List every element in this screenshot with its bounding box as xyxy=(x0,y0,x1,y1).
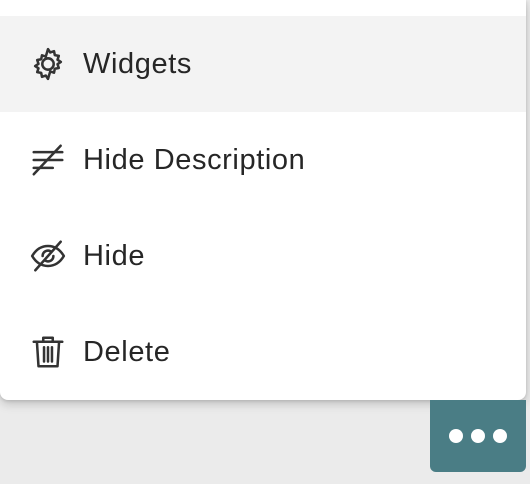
menu-item-hide-description[interactable]: Hide Description xyxy=(0,112,526,208)
menu-item-widgets[interactable]: Widgets xyxy=(0,16,526,112)
menu-item-label: Widgets xyxy=(83,47,192,80)
more-horizontal-icon xyxy=(471,429,485,443)
more-horizontal-icon xyxy=(493,429,507,443)
options-menu: Widgets Hide Description Hide Delete xyxy=(0,0,526,400)
eye-off-icon xyxy=(28,236,68,276)
menu-item-delete[interactable]: Delete xyxy=(0,304,526,400)
more-options-button[interactable] xyxy=(430,400,526,472)
menu-item-label: Delete xyxy=(83,335,171,368)
menu-item-label: Hide xyxy=(83,239,146,272)
menu-item-hide[interactable]: Hide xyxy=(0,208,526,304)
trash-icon xyxy=(28,332,68,372)
menu-item-label: Hide Description xyxy=(83,143,306,176)
text-strikethrough-icon xyxy=(28,140,68,180)
gear-icon xyxy=(28,44,68,84)
more-horizontal-icon xyxy=(449,429,463,443)
